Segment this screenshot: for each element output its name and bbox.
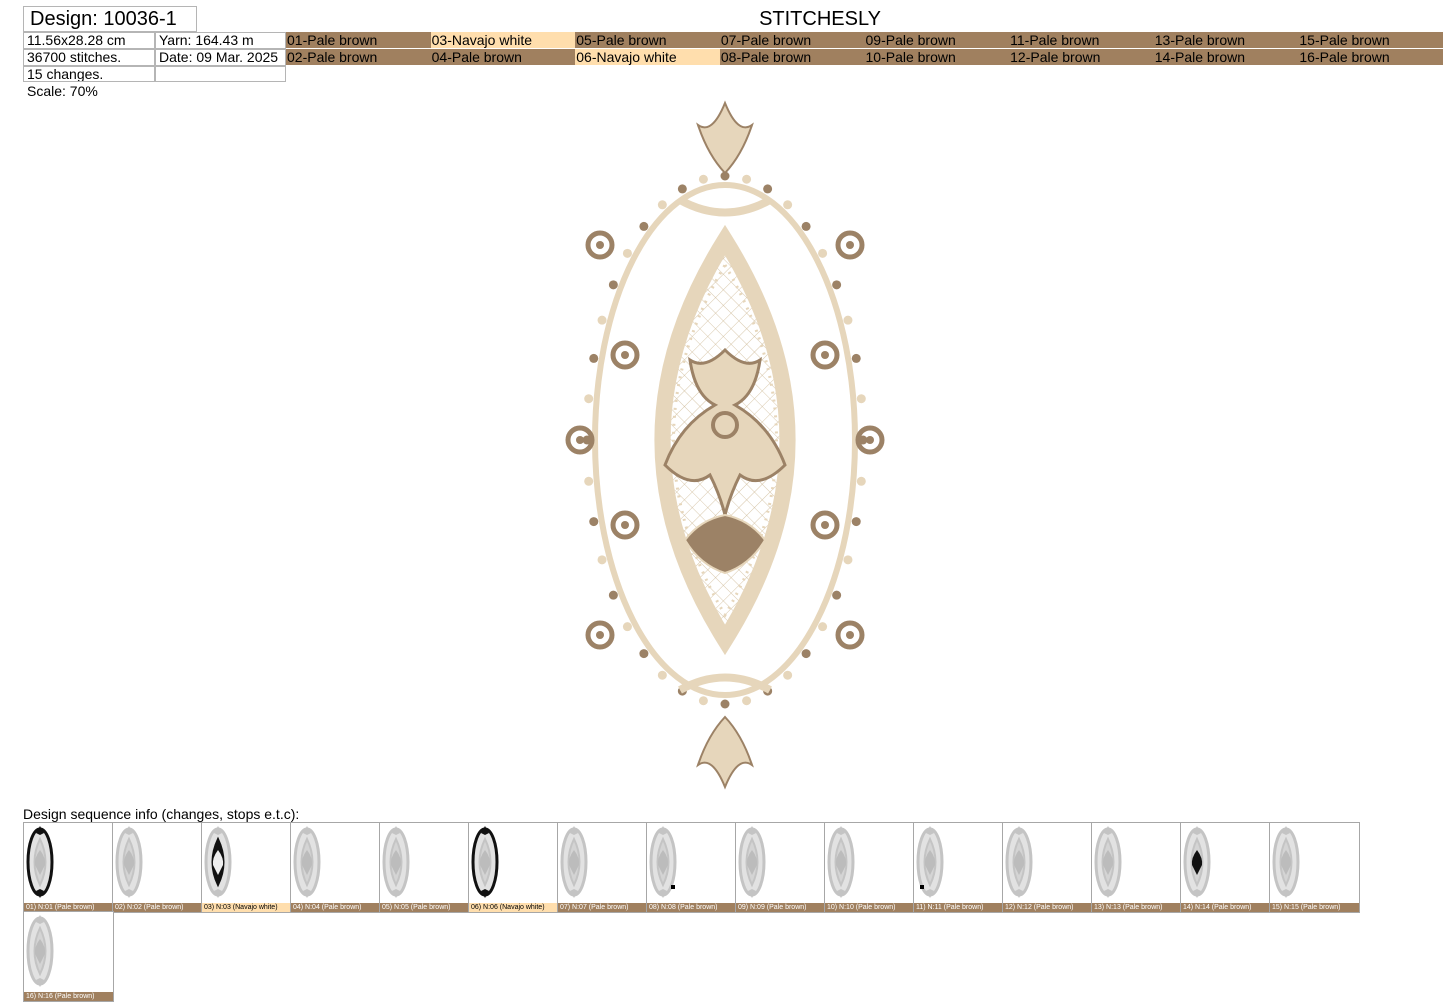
sequence-step: 11) N:11 (Pale brown) [913, 822, 1004, 913]
sequence-step: 07) N:07 (Pale brown) [557, 822, 648, 913]
thread-swatch: 01-Pale brown [286, 32, 431, 48]
thumbnail-image [1183, 826, 1211, 898]
thread-swatch: 06-Navajo white [575, 49, 720, 65]
embroidery-preview [560, 95, 890, 795]
sequence-step-label: 06) N:06 (Navajo white) [469, 903, 558, 912]
sequence-step-label: 09) N:09 (Pale brown) [736, 903, 825, 912]
thread-swatch: 11-Pale brown [1009, 32, 1154, 48]
yarn-length: Yarn: 164.43 m [155, 32, 286, 49]
thumbnail-image [382, 826, 410, 898]
sequence-step-label: 07) N:07 (Pale brown) [558, 903, 647, 912]
sequence-heading: Design sequence info (changes, stops e.t… [23, 806, 300, 822]
sequence-thumbnails: 01) N:01 (Pale brown) 02) N:02 (Pale brow… [23, 822, 1363, 1002]
sequence-step-label: 05) N:05 (Pale brown) [380, 903, 469, 912]
embroidery-design-image [565, 100, 885, 790]
sequence-step: 06) N:06 (Navajo white) [468, 822, 559, 913]
thumbnail-image [204, 826, 232, 898]
sequence-step: 08) N:08 (Pale brown) [646, 822, 737, 913]
thumbnail-image [916, 826, 944, 898]
thread-swatch: 07-Pale brown [719, 32, 865, 48]
thumbnail-image [560, 826, 588, 898]
sequence-step: 01) N:01 (Pale brown) [23, 822, 114, 913]
sequence-step: 04) N:04 (Pale brown) [290, 822, 381, 913]
thumbnail-image [26, 826, 54, 898]
thumbnail-image [1272, 826, 1300, 898]
design-date: Date: 09 Mar. 2025 [155, 49, 286, 66]
change-count: 15 changes. [23, 66, 155, 82]
thumbnail-image [1005, 826, 1033, 898]
sequence-step: 12) N:12 (Pale brown) [1002, 822, 1093, 913]
thread-swatch: 16-Pale brown [1298, 49, 1443, 65]
scale-label: Scale: 70% [27, 83, 98, 99]
thread-swatch: 03-Navajo white [430, 32, 576, 48]
thread-swatch: 08-Pale brown [719, 49, 865, 65]
sequence-step: 10) N:10 (Pale brown) [824, 822, 915, 913]
sequence-step-label: 08) N:08 (Pale brown) [647, 903, 736, 912]
sequence-step: 13) N:13 (Pale brown) [1091, 822, 1182, 913]
sequence-step: 05) N:05 (Pale brown) [379, 822, 470, 913]
sequence-step: 16) N:16 (Pale brown) [23, 911, 114, 1002]
sequence-step: 09) N:09 (Pale brown) [735, 822, 826, 913]
thumbnail-image [827, 826, 855, 898]
thumbnail-image [115, 826, 143, 898]
sequence-step-label: 15) N:15 (Pale brown) [1270, 903, 1359, 912]
thread-swatch: 13-Pale brown [1153, 32, 1299, 48]
thread-swatch: 04-Pale brown [430, 49, 576, 65]
sequence-step-label: 11) N:11 (Pale brown) [914, 903, 1003, 912]
thread-swatch: 09-Pale brown [864, 32, 1010, 48]
thumbnail-image [26, 915, 54, 987]
embroidery-ornament [565, 100, 885, 790]
sequence-step-label: 16) N:16 (Pale brown) [24, 992, 113, 1001]
sequence-step-label: 10) N:10 (Pale brown) [825, 903, 914, 912]
thumbnail-image [293, 826, 321, 898]
sequence-step: 03) N:03 (Navajo white) [201, 822, 292, 913]
empty-cell [155, 66, 286, 82]
thread-swatch: 02-Pale brown [286, 49, 431, 65]
brand-title: STITCHESLY [759, 8, 881, 30]
sequence-step-label: 13) N:13 (Pale brown) [1092, 903, 1181, 912]
thread-swatch: 14-Pale brown [1153, 49, 1299, 65]
thread-swatch: 05-Pale brown [575, 32, 720, 48]
thumbnail-image [649, 826, 677, 898]
sequence-step-label: 04) N:04 (Pale brown) [291, 903, 380, 912]
thumbnail-image [1094, 826, 1122, 898]
thumbnail-image [738, 826, 766, 898]
thumbnail-image [471, 826, 499, 898]
sequence-step-label: 14) N:14 (Pale brown) [1181, 903, 1270, 912]
thread-color-legend: 01-Pale brown 03-Navajo white 05-Pale brow… [286, 32, 1443, 66]
design-title: Design: 10036-1 [23, 6, 197, 32]
sequence-step: 15) N:15 (Pale brown) [1269, 822, 1360, 913]
sequence-step: 14) N:14 (Pale brown) [1180, 822, 1271, 913]
thread-swatch: 12-Pale brown [1009, 49, 1154, 65]
sequence-step-label: 03) N:03 (Navajo white) [202, 903, 291, 912]
sequence-step-label: 12) N:12 (Pale brown) [1003, 903, 1092, 912]
stitch-count: 36700 stitches. [23, 49, 155, 66]
sequence-step-label: 02) N:02 (Pale brown) [113, 903, 202, 912]
design-size: 11.56x28.28 cm [23, 32, 155, 49]
sequence-step: 02) N:02 (Pale brown) [112, 822, 203, 913]
thread-swatch: 10-Pale brown [864, 49, 1010, 65]
thread-swatch: 15-Pale brown [1298, 32, 1443, 48]
